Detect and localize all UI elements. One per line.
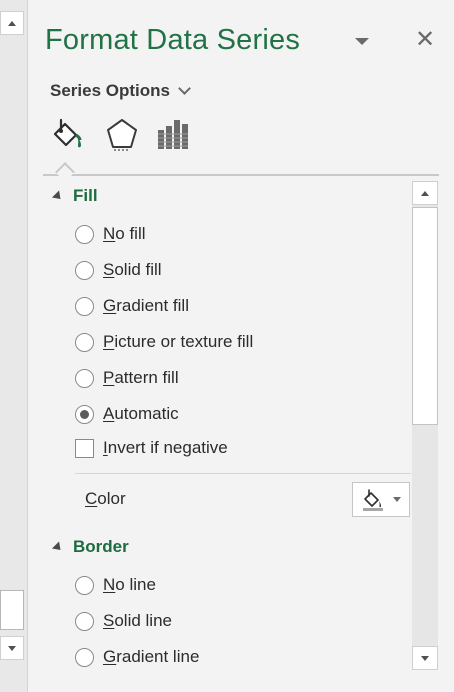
close-icon[interactable]: ✕ [413,28,437,52]
dropdown-arrow-icon [393,497,401,502]
divider [75,473,411,474]
fill-color-picker-button[interactable] [352,482,410,517]
series-options-dropdown[interactable]: Series Options [50,81,191,101]
arrow-up-icon [8,20,16,26]
invert-if-negative-label: Invert if negative [103,438,228,457]
no-fill-radio[interactable]: No fill [75,224,146,244]
radio-button[interactable] [75,611,94,631]
collapse-triangle-icon [51,189,65,203]
sheet-scroll-thumb[interactable] [0,590,24,630]
pane-content: Fill No fill Solid fill Gradient fill Pi… [29,178,413,670]
no-line-radio[interactable]: No line [75,575,156,595]
arrow-down-icon [421,655,429,661]
sheet-scroll-up-button[interactable] [0,11,24,35]
solid-fill-radio[interactable]: Solid fill [75,260,162,280]
pane-scroll-down-button[interactable] [412,646,438,670]
gradient-fill-radio[interactable]: Gradient fill [75,296,189,316]
pane-title: Format Data Series [45,24,301,56]
paint-bucket-icon [53,118,82,148]
checkbox[interactable] [75,438,94,458]
no-line-label: No line [103,575,156,594]
sheet-vertical-scrollbar[interactable] [0,0,28,692]
radio-button[interactable] [75,296,94,316]
border-section-header[interactable]: Border [51,537,129,557]
gradient-fill-label: Gradient fill [103,296,189,315]
gradient-line-radio[interactable]: Gradient line [75,647,199,667]
fill-section-label: Fill [73,186,98,205]
no-fill-label: No fill [103,224,146,243]
tab-fill-line[interactable] [49,117,85,153]
format-data-series-pane: Format Data Series ✕ Series Options Fill… [29,0,454,692]
pattern-fill-label: Pattern fill [103,368,179,387]
solid-line-radio[interactable]: Solid line [75,611,172,631]
color-label: Color [85,489,126,508]
border-section-label: Border [73,537,129,556]
pattern-fill-radio[interactable]: Pattern fill [75,368,179,388]
paint-bucket-icon [363,488,383,511]
gradient-line-label: Gradient line [103,647,200,666]
radio-button[interactable] [75,332,94,352]
fill-section-header[interactable]: Fill [51,186,98,206]
series-options-label: Series Options [50,81,170,100]
radio-button[interactable] [75,224,94,244]
radio-button[interactable] [75,260,94,280]
pane-vertical-scrollbar[interactable] [412,181,438,670]
task-pane-options-icon[interactable] [355,38,369,45]
picture-texture-fill-radio[interactable]: Picture or texture fill [75,332,253,352]
pentagon-icon [107,119,137,151]
radio-button[interactable] [75,647,94,667]
radio-button-checked[interactable] [75,404,94,424]
radio-button[interactable] [75,368,94,388]
radio-button[interactable] [75,575,94,595]
tab-series-options[interactable] [155,117,191,153]
tab-effects[interactable] [104,117,140,153]
chevron-down-icon [178,82,191,95]
invert-if-negative-checkbox[interactable]: Invert if negative [75,438,228,458]
automatic-fill-label: Automatic [103,404,179,423]
automatic-fill-radio[interactable]: Automatic [75,404,179,424]
solid-fill-label: Solid fill [103,260,162,279]
sheet-scroll-down-button[interactable] [0,636,24,660]
solid-line-label: Solid line [103,611,172,630]
pane-scroll-up-button[interactable] [412,181,438,205]
arrow-down-icon [8,645,16,651]
bar-chart-icon [158,120,188,149]
picture-texture-fill-label: Picture or texture fill [103,332,254,351]
arrow-up-icon [421,190,429,196]
collapse-triangle-icon [51,540,65,554]
pane-scroll-thumb[interactable] [412,207,438,425]
tab-underline [43,174,439,176]
